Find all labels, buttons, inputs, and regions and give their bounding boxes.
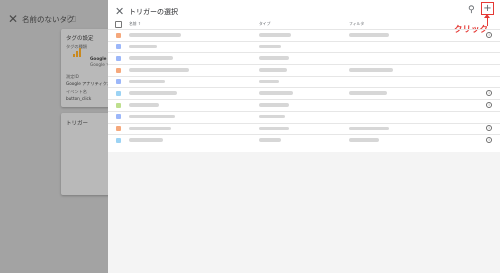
info-icon[interactable]: i [486, 31, 492, 38]
trigger-row[interactable]: i [108, 122, 500, 135]
option1-value: Google アナリティクス [66, 81, 111, 86]
trigger-row[interactable] [108, 52, 500, 64]
blurred-name [129, 33, 181, 37]
trigger-type-icon [116, 32, 121, 38]
trigger-type-icon [116, 67, 121, 73]
blurred-filter [349, 68, 393, 72]
blurred-name [129, 79, 165, 84]
trigger-type-icon [116, 102, 121, 108]
blurred-filter [349, 138, 379, 142]
blurred-type [259, 79, 279, 84]
blurred-filter [349, 33, 389, 37]
blurred-type [259, 126, 289, 131]
trigger-type-icon [116, 55, 121, 61]
trigger-type-icon [116, 126, 121, 131]
info-icon[interactable]: i [486, 90, 492, 97]
blurred-type [259, 56, 289, 60]
info-icon[interactable]: i [486, 101, 492, 108]
close-icon: ✕ [8, 12, 19, 26]
trigger-row[interactable]: i [108, 99, 500, 111]
trigger-heading: トリガー [66, 121, 89, 127]
select-all-checkbox[interactable] [115, 21, 122, 28]
trigger-row[interactable] [108, 110, 500, 123]
option2-value: button_click [66, 96, 92, 101]
column-name-header[interactable]: 名前 ↑ [129, 21, 141, 27]
trigger-list: iiiii [108, 29, 500, 146]
blurred-name [129, 68, 189, 72]
trigger-type-icon [116, 79, 121, 85]
blurred-type [259, 138, 281, 142]
blurred-name [129, 114, 175, 119]
column-type-header[interactable]: タイプ [259, 21, 270, 27]
trigger-row[interactable]: i [108, 29, 500, 41]
trigger-row[interactable] [108, 64, 500, 76]
trigger-type-icon [116, 114, 121, 120]
search-icon[interactable]: ⚲ [468, 5, 475, 15]
blurred-name [129, 126, 171, 131]
info-icon[interactable]: i [486, 136, 492, 143]
tag-type-label: タグの種類 [66, 44, 87, 49]
trigger-row[interactable]: i [108, 134, 500, 146]
option1-label: 測定ID [66, 74, 79, 79]
trigger-select-panel: ✕ トリガーの選択 ⚲ + クリック 名前 ↑ タイプ フィルタ iiiii [108, 0, 500, 273]
folder-icon: 🗀 [67, 15, 77, 25]
config-heading: タグの設定 [66, 36, 94, 42]
close-icon[interactable]: ✕ [115, 5, 124, 18]
trigger-type-icon [116, 137, 121, 143]
option2-label: イベント名 [66, 89, 87, 94]
panel-title: トリガーの選択 [129, 8, 178, 16]
blurred-type [259, 68, 287, 72]
info-icon[interactable]: i [486, 125, 492, 132]
trigger-row[interactable] [108, 40, 500, 53]
blurred-type [259, 103, 289, 107]
blurred-type [259, 44, 281, 49]
blurred-filter [349, 91, 387, 96]
trigger-row[interactable]: i [108, 87, 500, 99]
blurred-type [259, 91, 293, 96]
table-header: 名前 ↑ タイプ フィルタ [108, 18, 500, 29]
blurred-name [129, 138, 163, 142]
blurred-name [129, 56, 173, 60]
trigger-row[interactable] [108, 75, 500, 88]
trigger-type-icon [116, 90, 121, 96]
column-filter-header[interactable]: フィルタ [349, 21, 364, 27]
blurred-name [129, 91, 177, 96]
plus-icon: + [483, 2, 492, 14]
blurred-type [259, 33, 291, 37]
blurred-name [129, 44, 157, 49]
trigger-type-icon [116, 44, 121, 50]
blurred-filter [349, 126, 389, 131]
blurred-name [129, 103, 159, 107]
blurred-type [259, 114, 285, 119]
